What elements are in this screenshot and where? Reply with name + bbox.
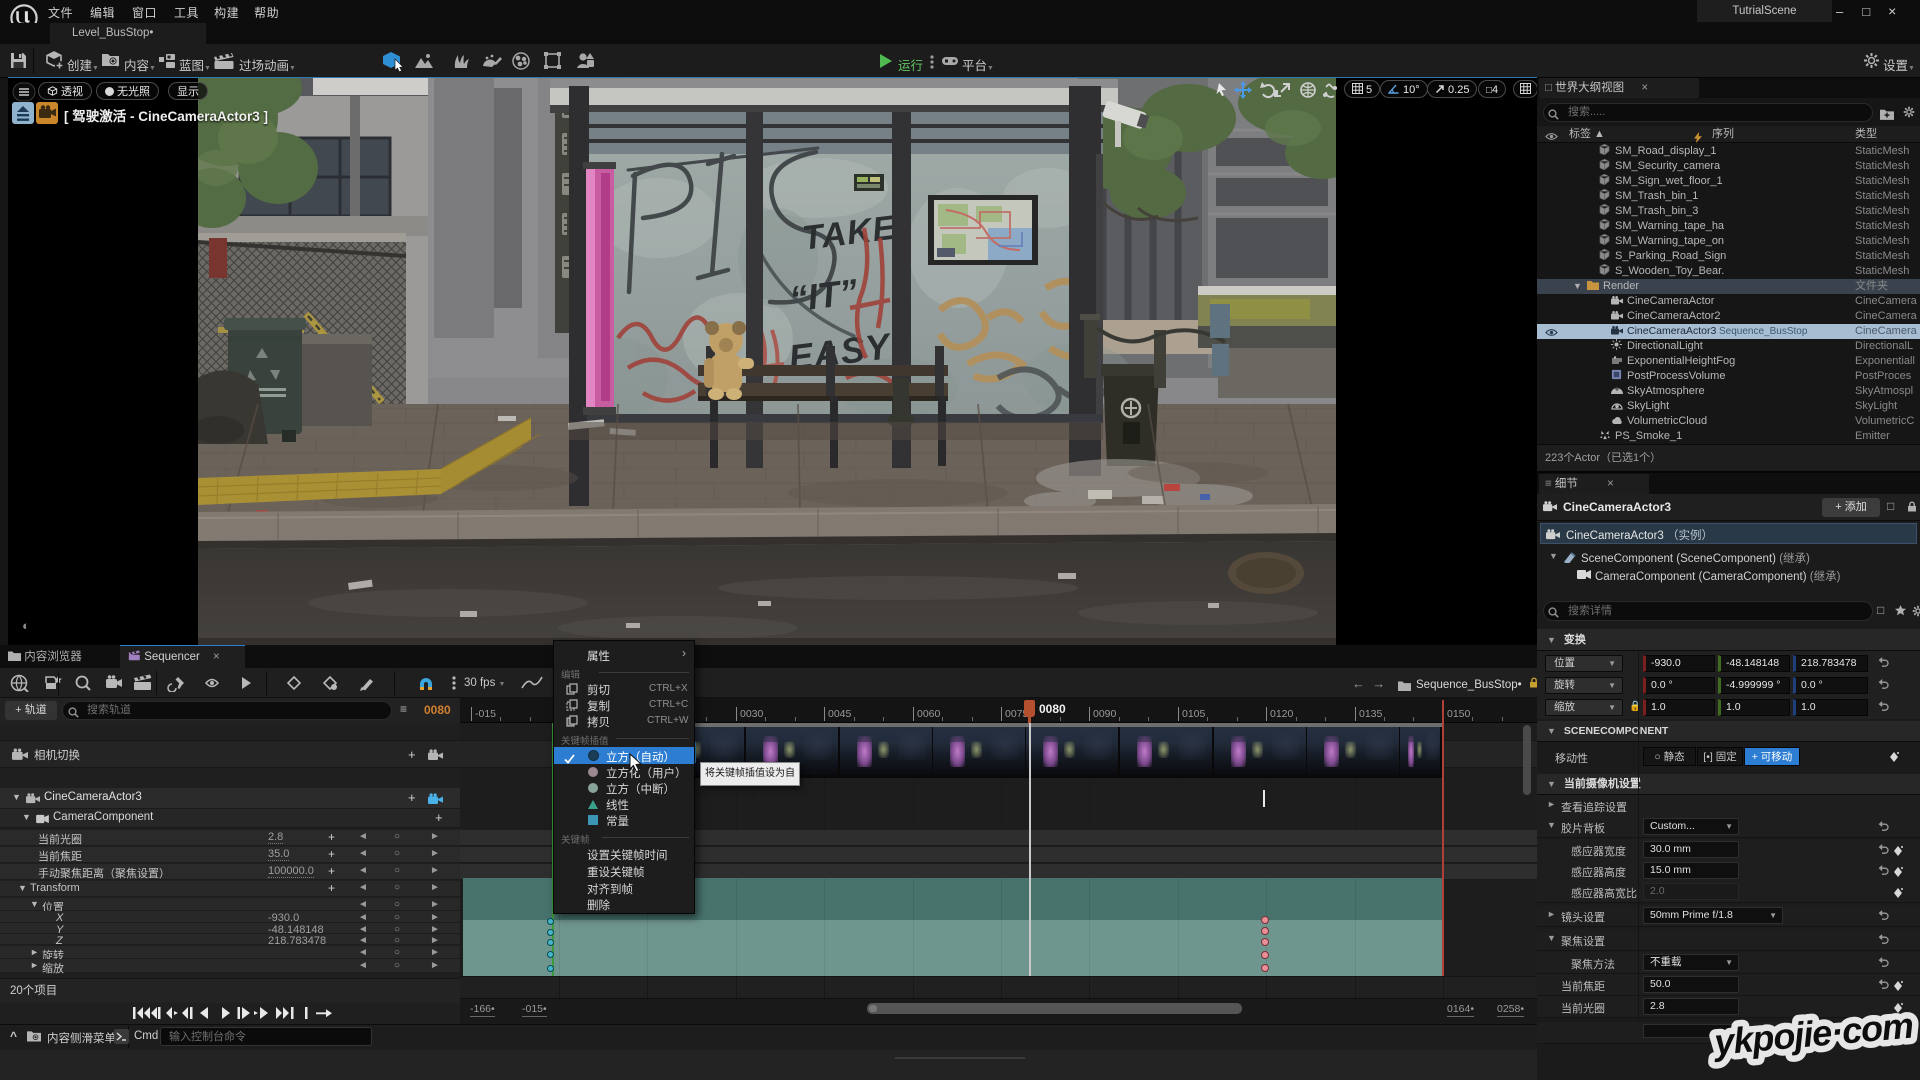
svg-text:ykpojie·com: ykpojie·com	[1711, 1005, 1915, 1063]
